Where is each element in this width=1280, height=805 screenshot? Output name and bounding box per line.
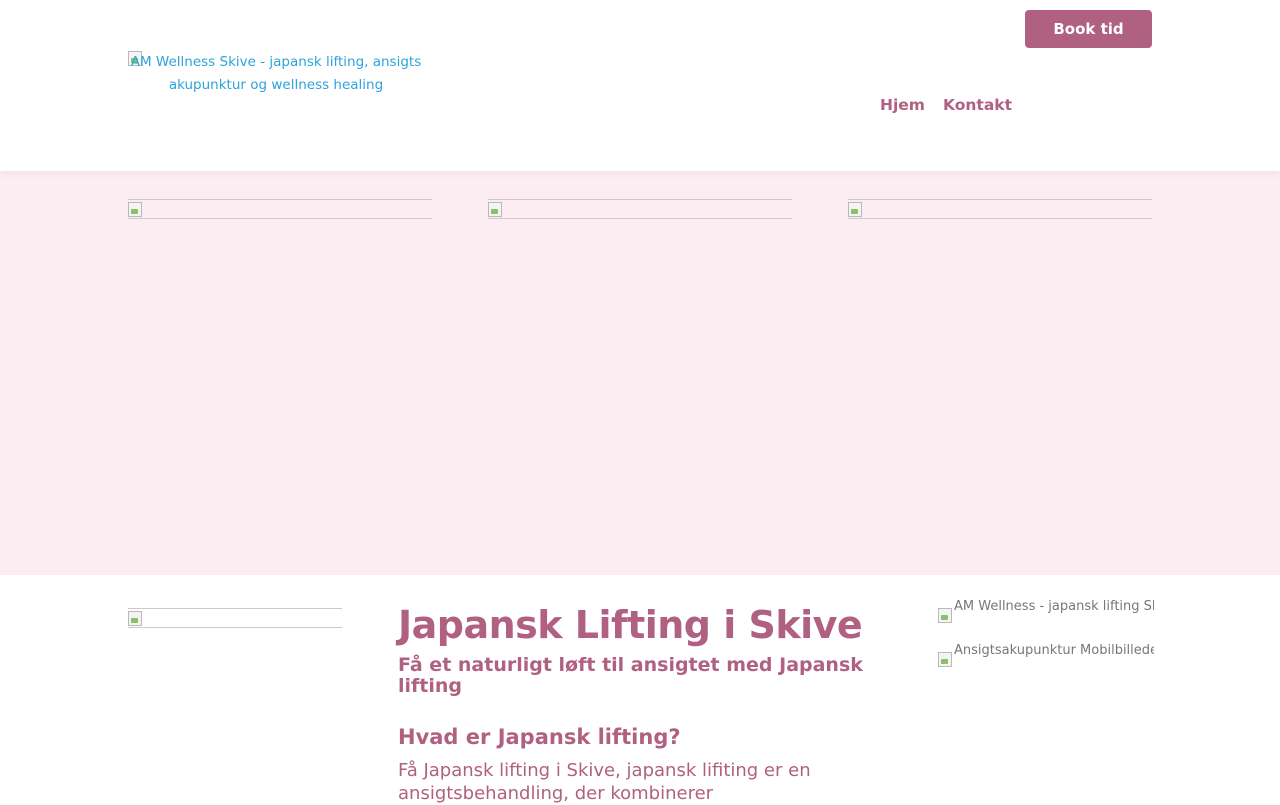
- sidebar-image-alt: Ansigtsakupunktur Mobilbillede: [954, 643, 1154, 658]
- nav-contact[interactable]: Kontakt: [943, 96, 1012, 118]
- hero-image-2: [488, 199, 792, 219]
- site-header: Book tid AM Wellness Skive - japansk lif…: [0, 0, 1280, 171]
- broken-image-icon: [938, 608, 952, 623]
- sidebar-image-2: Ansigtsakupunktur Mobilbillede: [938, 643, 1154, 670]
- broken-image-icon: [488, 202, 502, 217]
- sidebar-image-alt: AM Wellness - japansk lifting Skive: [954, 599, 1154, 614]
- broken-image-icon: [128, 611, 142, 626]
- sidebar-image-1: AM Wellness - japansk lifting Skive: [938, 599, 1154, 626]
- intro-paragraph: Få Japansk lifting i Skive, japansk lifi…: [398, 760, 811, 804]
- content-image: [128, 608, 342, 628]
- hero-section: [0, 171, 1280, 575]
- logo-alt-text: AM Wellness Skive - japansk lifting, ans…: [130, 54, 422, 93]
- broken-image-icon: [938, 652, 952, 667]
- page-title: Japansk Lifting i Skive: [398, 603, 863, 647]
- book-button[interactable]: Book tid: [1025, 10, 1152, 48]
- section-heading: Hvad er Japansk lifting?: [398, 725, 681, 749]
- site-logo[interactable]: AM Wellness Skive - japansk lifting, ans…: [128, 51, 424, 99]
- hero-image-3: [848, 199, 1152, 219]
- broken-image-icon: [848, 202, 862, 217]
- page-subtitle: Få et naturligt løft til ansigtet med Ja…: [398, 654, 863, 697]
- hero-image-1: [128, 199, 432, 219]
- nav-home[interactable]: Hjem: [880, 96, 925, 118]
- broken-image-icon: [128, 202, 142, 217]
